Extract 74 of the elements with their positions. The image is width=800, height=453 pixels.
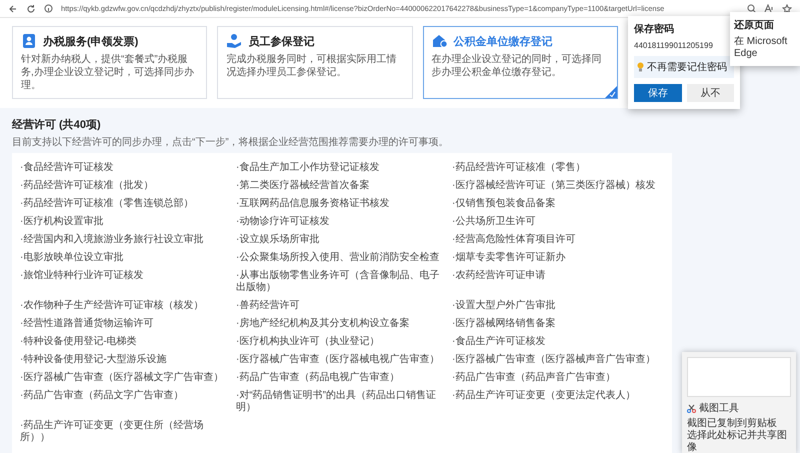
- license-item: ·药品经营许可证核准（零售连锁总部）: [20, 196, 194, 211]
- info-icon[interactable]: [44, 4, 53, 13]
- license-item: ·经营性道路普通货物运输许可: [20, 316, 154, 331]
- license-item: ·医疗器械广告审查（医疗器械文字广告审查）: [20, 370, 224, 385]
- license-item: ·仅销售预包装食品备案: [452, 196, 556, 211]
- license-item: ·农作物种子生产经营许可证审核（核发）: [20, 298, 204, 313]
- license-item: ·公共场所卫生许可: [452, 214, 536, 229]
- lightbulb-icon: [637, 62, 644, 72]
- service-description: 在办理企业设立登记的同时，可选择同步办理公积金单位缴存登记。: [432, 53, 603, 79]
- star-icon[interactable]: [782, 4, 792, 14]
- service-description: 完成办税服务同时，可根据实际用工情况选择办理员工参保登记。: [226, 53, 398, 79]
- license-item: ·互联网药品信息服务资格证书核发: [236, 196, 390, 211]
- username-text: 440181199011205199: [634, 41, 714, 50]
- license-item: ·特种设备使用登记-电梯类: [20, 334, 138, 349]
- notification-message: 截图已复制到剪贴板: [687, 418, 778, 430]
- license-item: ·特种设备使用登记-大型游乐设施: [20, 352, 168, 367]
- license-item: ·动物诊疗许可证核发: [236, 214, 330, 229]
- license-item: ·药品经营许可证核准（批发）: [20, 178, 154, 193]
- section-description: 目前支持以下经营许可的同步办理，点击“下一步”，将根据企业经营范围推荐需要办理的许可事项。: [12, 136, 450, 149]
- service-card[interactable]: 公积金单位缴存登记 在办理企业设立登记的同时，可选择同步办理公积金单位缴存登记。: [422, 26, 618, 99]
- service-card[interactable]: 办税服务(申领发票) 针对新办纳税人，提供“套餐式”办税服务,办理企业设立登记时，可选择同步办理。: [12, 26, 208, 99]
- license-item: ·食品经营许可证核发: [20, 160, 114, 175]
- license-item: ·医疗器械经营许可证（第三类医疗器械）核发: [452, 178, 656, 193]
- license-item: ·医疗器械广告审查（医疗器械声音广告审查）: [452, 352, 656, 367]
- zoom-icon[interactable]: [747, 4, 756, 13]
- popup-title: 保存密码: [634, 22, 675, 36]
- service-description: 针对新办纳税人，提供“套餐式”办税服务,办理企业设立登记时，可选择同步办理。: [21, 53, 195, 92]
- license-item: ·对“药品销售证明书”的出具（药品出口销售证明）: [236, 388, 437, 415]
- checkmark-corner-icon: [604, 86, 617, 98]
- house-coin-icon: [432, 33, 448, 49]
- id-card-icon: [21, 33, 37, 49]
- service-card[interactable]: 员工参保登记 完成办税服务同时，可根据实际用工情况选择办理员工参保登记。: [217, 26, 413, 99]
- license-item: ·设立娱乐场所审批: [236, 232, 320, 247]
- license-item: ·设置大型户外广告审批: [452, 298, 556, 313]
- popup-button[interactable]: 保存: [634, 84, 682, 102]
- license-item: ·电影放映单位设立审批: [20, 250, 124, 265]
- license-item: ·第二类医疗器械经营首次备案: [236, 178, 370, 193]
- back-icon[interactable]: [8, 4, 18, 14]
- popup-title: 还原页面: [734, 18, 775, 32]
- license-item: ·农药经营许可证申请: [452, 268, 546, 283]
- license-item: ·房地产经纪机构及其分支机构设立备案: [236, 316, 410, 331]
- license-item: ·经营高危险性体育项目许可: [452, 232, 576, 247]
- service-title: 公积金单位缴存登记: [454, 34, 553, 48]
- license-item: ·经营国内和入境旅游业务旅行社设立审批: [20, 232, 204, 247]
- license-item: ·医疗机构执业许可（执业登记）: [236, 334, 380, 349]
- app-name: 截图工具: [699, 402, 739, 415]
- license-item: ·药品生产许可证变更（变更法定代表人）: [452, 388, 636, 403]
- popup-text: 在 Microsoft Edge: [734, 36, 788, 60]
- license-item: ·医疗器械网络销售备案: [452, 316, 556, 331]
- read-aloud-icon[interactable]: [764, 4, 774, 13]
- notification-action[interactable]: 选择此处标记并共享图像: [687, 430, 791, 453]
- license-item: ·医疗器械广告审查（医疗器械电视广告审查）: [236, 352, 440, 367]
- license-item: ·医疗机构设置审批: [20, 214, 104, 229]
- service-title: 员工参保登记: [248, 34, 314, 48]
- license-item: ·药品广告审查（药品声音广告审查）: [452, 370, 616, 385]
- license-item: ·食品生产加工小作坊登记证核发: [236, 160, 380, 175]
- license-item: ·药品生产许可证变更（变更住所（经营场所））: [20, 418, 204, 445]
- reload-icon[interactable]: [26, 4, 36, 14]
- license-item: ·旅馆业特种行业许可证核发: [20, 268, 144, 283]
- license-item: ·食品生产许可证核发: [452, 334, 546, 349]
- screenshot-thumbnail[interactable]: [687, 357, 791, 397]
- hand-person-icon: [226, 33, 242, 49]
- service-title: 办税服务(申领发票): [43, 34, 138, 48]
- license-item: ·兽药经营许可: [236, 298, 300, 313]
- license-item: ·从事出版物零售业务许可（含音像制品、电子出版物）: [236, 268, 440, 295]
- popup-button[interactable]: 从不: [686, 84, 734, 102]
- hint-text: 不再需要记住密码: [647, 60, 727, 74]
- scissors-icon: [687, 404, 696, 412]
- license-item: ·药品经营许可证核准（零售）: [452, 160, 586, 175]
- license-item: ·药品广告审查（药品电视广告审查）: [236, 370, 400, 385]
- license-item: ·烟草专卖零售许可证新办: [452, 250, 566, 265]
- license-item: ·药品广告审查（药品文字广告审查）: [20, 388, 184, 403]
- license-item: ·公众聚集场所投入使用、营业前消防安全检查: [236, 250, 440, 265]
- section-title: 经营许可 (共40项): [12, 118, 102, 132]
